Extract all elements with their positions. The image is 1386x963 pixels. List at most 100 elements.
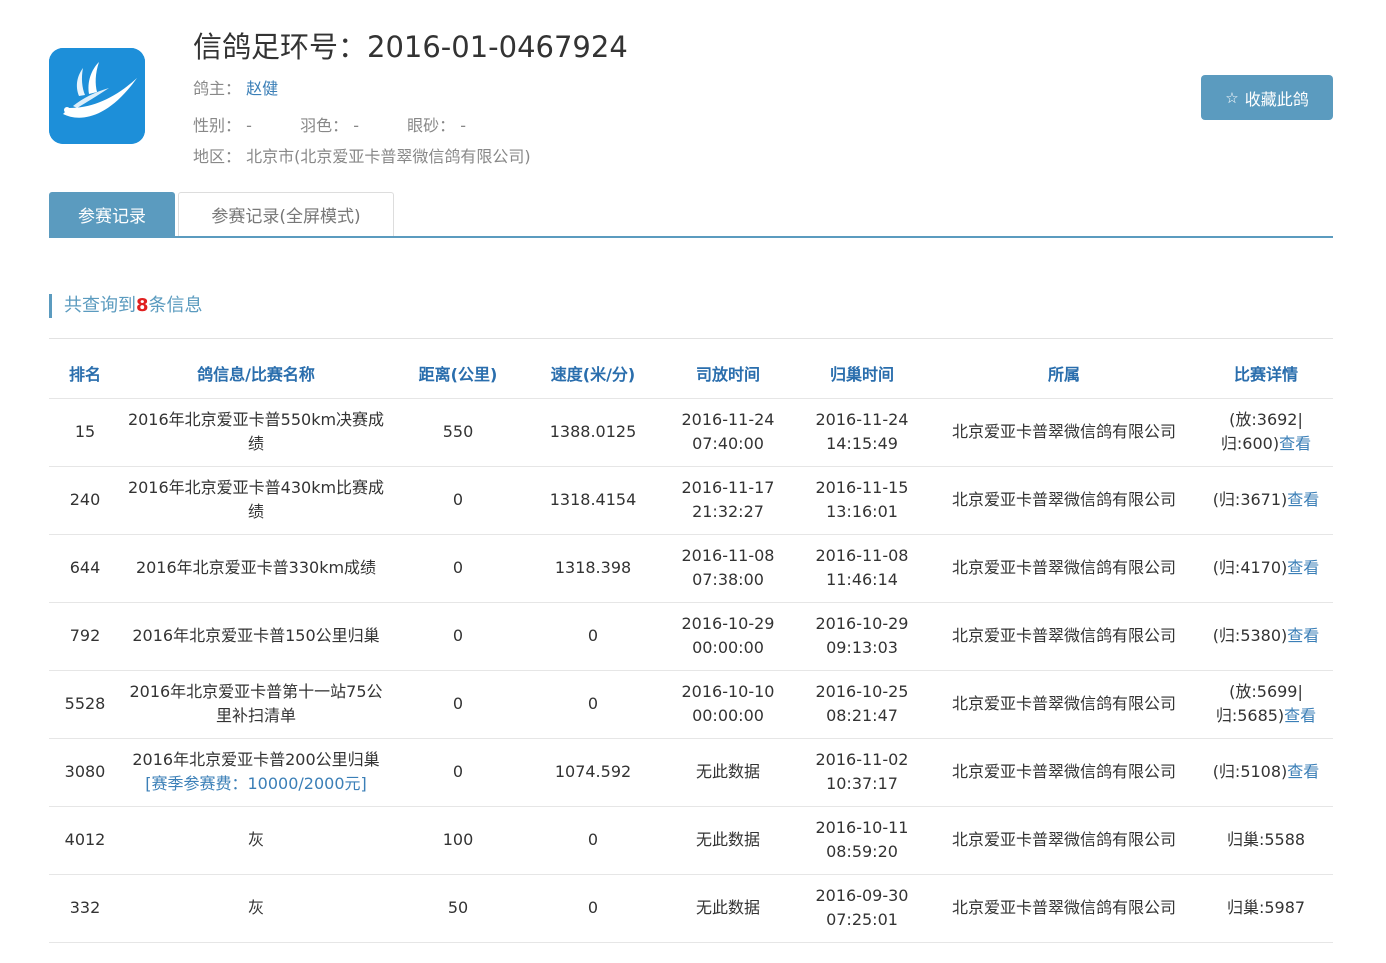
- column-header-release-time: 司放时间: [695, 365, 760, 385]
- eye-value: -: [460, 116, 467, 135]
- view-detail-link[interactable]: 查看: [1279, 434, 1311, 453]
- organization-cell: 北京爱亚卡普翠微信鸽有限公司: [929, 397, 1199, 467]
- race-name-text: 2016年北京爱亚卡普200公里归巢: [132, 750, 380, 769]
- organization-cell: 北京爱亚卡普翠微信鸽有限公司: [929, 738, 1199, 807]
- tab-race-records-fullscreen[interactable]: 参赛记录(全屏模式): [178, 192, 394, 236]
- race-name-text: 2016年北京爱亚卡普550km决赛成绩: [127, 410, 385, 453]
- tab-race-records[interactable]: 参赛记录: [49, 192, 175, 236]
- rank-link[interactable]: 15: [49, 397, 121, 467]
- gender-value: -: [246, 116, 252, 135]
- race-name: 2016年北京爱亚卡普550km决赛成绩: [121, 397, 391, 467]
- pigeon-header: 信鸽足环号：2016-01-0467924 鸽主： 赵健 性别： - 羽色： -…: [49, 28, 1333, 178]
- distance-cell: 0: [391, 534, 525, 603]
- table-row: 332 灰 50 0 无此数据 2016-09-30 07:25:01 北京爱亚…: [49, 874, 1333, 943]
- organization-cell: 北京爱亚卡普翠微信鸽有限公司: [929, 806, 1199, 875]
- view-detail-link[interactable]: 查看: [1287, 762, 1319, 781]
- speed-cell: 1318.398: [525, 534, 661, 603]
- distance-cell: 0: [391, 466, 525, 535]
- organization-cell: 北京爱亚卡普翠微信鸽有限公司: [929, 466, 1199, 535]
- rank-link[interactable]: 3080: [49, 738, 121, 807]
- arrival-time-cell: 2016-09-30 07:25:01: [795, 874, 929, 943]
- speed-cell: 0: [525, 806, 661, 875]
- result-summary: 共查询到8条信息: [49, 294, 203, 318]
- owner-name-link[interactable]: 赵健: [246, 79, 278, 98]
- summary-prefix: 共查询到: [64, 295, 136, 316]
- star-icon: ☆: [1225, 89, 1239, 107]
- race-name-text: 2016年北京爱亚卡普330km成绩: [135, 558, 377, 577]
- speed-cell: 1388.0125: [525, 397, 661, 467]
- release-time-cell: 无此数据: [661, 806, 795, 875]
- race-name-text: 2016年北京爱亚卡普150公里归巢: [132, 626, 380, 645]
- arrival-time-cell: 2016-10-25 08:21:47: [795, 670, 929, 739]
- rank-link[interactable]: 5528: [49, 670, 121, 739]
- owner-line: 鸽主： 赵健: [193, 78, 278, 100]
- detail-cell: (归:5380)查看: [1199, 602, 1333, 671]
- distance-cell: 0: [391, 602, 525, 671]
- race-name-text: 灰: [247, 898, 264, 917]
- rank-link[interactable]: 4012: [49, 806, 121, 875]
- organization-cell: 北京爱亚卡普翠微信鸽有限公司: [929, 602, 1199, 671]
- table-row: 240 2016年北京爱亚卡普430km比赛成绩 0 1318.4154 201…: [49, 466, 1333, 535]
- release-time-cell: 无此数据: [661, 738, 795, 807]
- detail-cell: 归巢:5987: [1199, 874, 1333, 943]
- table-row: 15 2016年北京爱亚卡普550km决赛成绩 550 1388.0125 20…: [49, 397, 1333, 467]
- view-detail-link[interactable]: 查看: [1284, 706, 1316, 725]
- race-name: 2016年北京爱亚卡普430km比赛成绩: [121, 466, 391, 535]
- owner-label: 鸽主：: [193, 79, 242, 98]
- tab-bar: 参赛记录 参赛记录(全屏模式): [49, 192, 1333, 238]
- table-header-row: 排名 鸽信息/比赛名称 距离(公里) 速度(米/分) 司放时间 归巢时间 所属 …: [49, 339, 1333, 398]
- speed-cell: 0: [525, 602, 661, 671]
- speed-cell: 0: [525, 670, 661, 739]
- race-name-text: 2016年北京爱亚卡普430km比赛成绩: [127, 478, 385, 521]
- distance-cell: 100: [391, 806, 525, 875]
- favorite-button[interactable]: ☆ 收藏此鸽: [1201, 75, 1333, 120]
- arrival-time-cell: 2016-10-29 09:13:03: [795, 602, 929, 671]
- race-name: 2016年北京爱亚卡普200公里归巢 [赛季参赛费：10000/2000元]: [121, 738, 391, 807]
- organization-cell: 北京爱亚卡普翠微信鸽有限公司: [929, 874, 1199, 943]
- release-time-cell: 无此数据: [661, 874, 795, 943]
- detail-cell: (归:4170)查看: [1199, 534, 1333, 603]
- feather-value: -: [353, 116, 359, 135]
- column-header-details: 比赛详情: [1233, 365, 1298, 385]
- release-time-cell: 2016-11-24 07:40:00: [661, 397, 795, 467]
- rank-link[interactable]: 332: [49, 874, 121, 943]
- detail-text: 归巢:5987: [1226, 898, 1306, 917]
- summary-count: 8: [136, 295, 149, 316]
- distance-cell: 0: [391, 738, 525, 807]
- column-header-speed: 速度(米/分): [550, 365, 636, 385]
- detail-cell: (归:5108)查看: [1199, 738, 1333, 807]
- race-records-table: 排名 鸽信息/比赛名称 距离(公里) 速度(米/分) 司放时间 归巢时间 所属 …: [49, 339, 1333, 943]
- speed-cell: 0: [525, 874, 661, 943]
- region-line: 地区： 北京市(北京爱亚卡普翠微信鸽有限公司): [193, 146, 531, 168]
- detail-text: (归:5108): [1212, 762, 1288, 781]
- page-title: 信鸽足环号：2016-01-0467924: [193, 30, 628, 64]
- season-fee-link[interactable]: [赛季参赛费：10000/2000元]: [145, 774, 367, 793]
- race-name-text: 灰: [247, 830, 264, 849]
- speed-cell: 1318.4154: [525, 466, 661, 535]
- rank-link[interactable]: 644: [49, 534, 121, 603]
- arrival-time-cell: 2016-11-02 10:37:17: [795, 738, 929, 807]
- column-header-rank: 排名: [68, 365, 101, 385]
- arrival-time-cell: 2016-11-15 13:16:01: [795, 466, 929, 535]
- region-value: 北京市(北京爱亚卡普翠微信鸽有限公司): [246, 147, 531, 166]
- release-time-cell: 2016-10-29 00:00:00: [661, 602, 795, 671]
- view-detail-link[interactable]: 查看: [1287, 558, 1319, 577]
- rank-link[interactable]: 792: [49, 602, 121, 671]
- table-row: 5528 2016年北京爱亚卡普第十一站75公里补扫清单 0 0 2016-10…: [49, 670, 1333, 739]
- view-detail-link[interactable]: 查看: [1287, 490, 1319, 509]
- table-row: 644 2016年北京爱亚卡普330km成绩 0 1318.398 2016-1…: [49, 534, 1333, 603]
- view-detail-link[interactable]: 查看: [1287, 626, 1319, 645]
- gender-label: 性别：: [193, 116, 242, 135]
- speed-cell: 1074.592: [525, 738, 661, 807]
- race-name: 灰: [121, 806, 391, 875]
- table-row: 4012 灰 100 0 无此数据 2016-10-11 08:59:20 北京…: [49, 806, 1333, 875]
- attributes-line: 性别： - 羽色： - 眼砂： -: [193, 115, 466, 137]
- feather-label: 羽色：: [300, 116, 349, 135]
- organization-cell: 北京爱亚卡普翠微信鸽有限公司: [929, 534, 1199, 603]
- detail-cell: (归:3671)查看: [1199, 466, 1333, 535]
- pigeon-logo-icon: [49, 48, 145, 144]
- rank-link[interactable]: 240: [49, 466, 121, 535]
- column-header-arrival-time: 归巢时间: [829, 365, 894, 385]
- column-header-distance: 距离(公里): [418, 365, 498, 385]
- distance-cell: 50: [391, 874, 525, 943]
